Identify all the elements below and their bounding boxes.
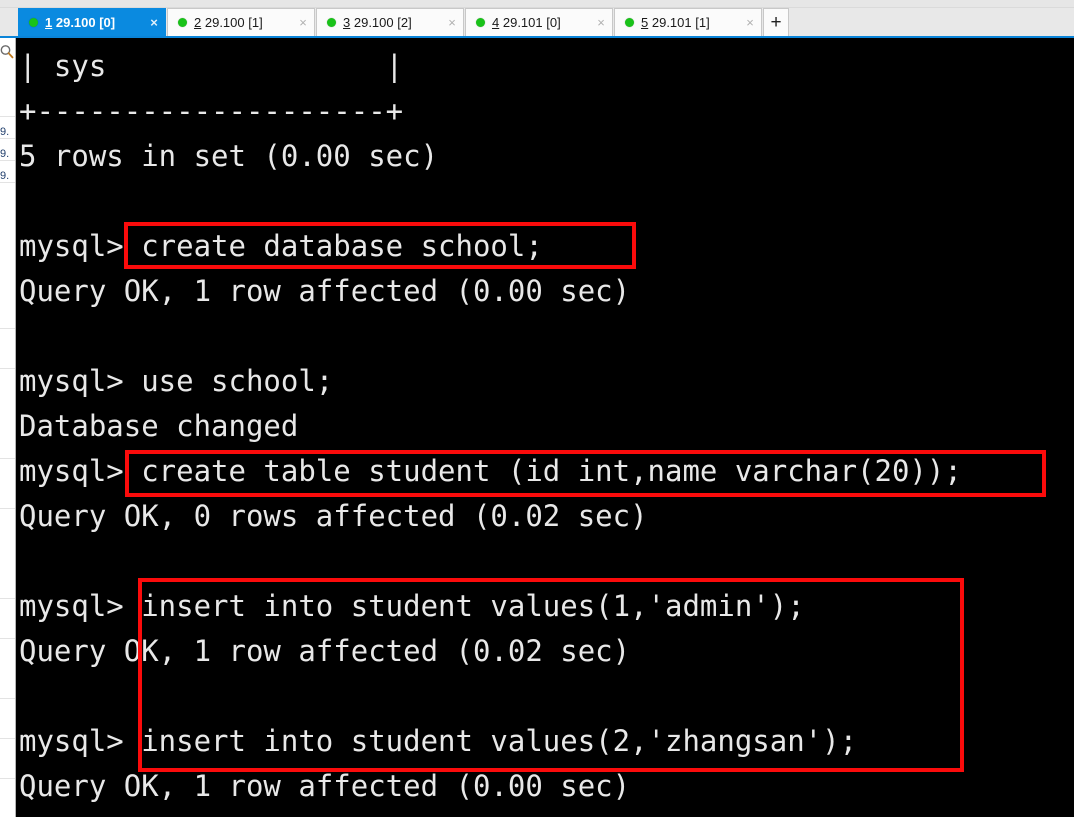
terminal-line: Query OK, 0 rows affected (0.02 sec) xyxy=(19,499,648,533)
toolbar-ghost-text xyxy=(4,0,81,7)
tab-status-dot-icon xyxy=(327,18,336,27)
tab-close-icon[interactable]: × xyxy=(445,16,459,30)
terminal-line: Query OK, 1 row affected (0.00 sec) xyxy=(19,769,631,803)
tab-index: 4 xyxy=(492,15,500,30)
terminal-line: mysql> insert into student values(2,'zha… xyxy=(19,724,858,758)
tab-title: 29.100 [1] xyxy=(204,15,263,30)
sidebar-divider xyxy=(0,182,15,183)
session-sidebar[interactable]: 9. 9. 9. xyxy=(0,38,16,817)
tab-title: 29.101 [0] xyxy=(502,15,561,30)
terminal-line: 5 rows in set (0.00 sec) xyxy=(19,139,439,173)
tab-status-dot-icon xyxy=(29,18,38,27)
tab-label: 5 29.101 [1] xyxy=(641,15,733,30)
search-icon[interactable] xyxy=(0,44,14,59)
tab-index: 5 xyxy=(641,15,649,30)
tab-close-icon[interactable]: × xyxy=(296,16,310,30)
sidebar-divider xyxy=(0,116,15,117)
tab-close-icon[interactable]: × xyxy=(147,16,161,30)
tab-label: 3 29.100 [2] xyxy=(343,15,435,30)
tab-label: 1 29.100 [0] xyxy=(45,15,137,30)
tab-bar: 1 29.100 [0] × 2 29.100 [1] × 3 29.100 [2] × 4… xyxy=(0,8,1074,38)
tab-5[interactable]: 5 29.101 [1] × xyxy=(614,8,762,36)
sidebar-host-fragment[interactable]: 9. xyxy=(0,148,9,160)
tab-index: 2 xyxy=(194,15,202,30)
new-tab-button[interactable]: + xyxy=(763,8,789,36)
tab-4[interactable]: 4 29.101 [0] × xyxy=(465,8,613,36)
tab-title: 29.100 [2] xyxy=(353,15,412,30)
tab-close-icon[interactable]: × xyxy=(594,16,608,30)
sidebar-divider xyxy=(0,368,15,369)
sidebar-divider xyxy=(0,508,15,509)
tab-status-dot-icon xyxy=(476,18,485,27)
terminal-emulator-window: 1 29.100 [0] × 2 29.100 [1] × 3 29.100 [2] × 4… xyxy=(0,0,1074,817)
tab-title: 29.100 [0] xyxy=(55,15,116,30)
tab-status-dot-icon xyxy=(625,18,634,27)
sidebar-divider xyxy=(0,138,15,139)
terminal-line: Query OK, 1 row affected (0.02 sec) xyxy=(19,634,631,668)
sidebar-divider xyxy=(0,160,15,161)
sidebar-host-fragment[interactable]: 9. xyxy=(0,170,9,182)
tab-title: 29.101 [1] xyxy=(651,15,710,30)
tab-status-dot-icon xyxy=(178,18,187,27)
tab-1[interactable]: 1 29.100 [0] × xyxy=(18,8,166,36)
terminal-line: +--------------------+ xyxy=(19,94,404,128)
terminal-line: mysql> create database school; xyxy=(19,229,543,263)
tab-index: 1 xyxy=(45,15,53,30)
sidebar-divider xyxy=(0,598,15,599)
terminal-line: mysql> insert into student values(1,'adm… xyxy=(19,589,805,623)
sidebar-divider xyxy=(0,328,15,329)
sidebar-divider xyxy=(0,638,15,639)
tab-3[interactable]: 3 29.100 [2] × xyxy=(316,8,464,36)
terminal-line: Database changed xyxy=(19,409,299,443)
terminal-line: mysql> create table student (id int,name… xyxy=(19,454,962,488)
terminal-lines: | sys | +--------------------+ 5 rows in s… xyxy=(17,38,962,809)
terminal-line: Query OK, 1 row affected (0.00 sec) xyxy=(19,274,631,308)
sidebar-divider xyxy=(0,738,15,739)
window-toolbar-sliver xyxy=(0,0,1074,8)
terminal-line: mysql> use school; xyxy=(19,364,334,398)
sidebar-divider xyxy=(0,458,15,459)
tab-label: 4 29.101 [0] xyxy=(492,15,584,30)
tab-index: 3 xyxy=(343,15,351,30)
sidebar-divider xyxy=(0,778,15,779)
tab-label: 2 29.100 [1] xyxy=(194,15,286,30)
tab-2[interactable]: 2 29.100 [1] × xyxy=(167,8,315,36)
terminal-output-pane[interactable]: | sys | +--------------------+ 5 rows in s… xyxy=(17,38,1074,817)
sidebar-host-fragment[interactable]: 9. xyxy=(0,126,9,138)
terminal-line: | sys | xyxy=(19,49,404,83)
sidebar-divider xyxy=(0,698,15,699)
tab-close-icon[interactable]: × xyxy=(743,16,757,30)
